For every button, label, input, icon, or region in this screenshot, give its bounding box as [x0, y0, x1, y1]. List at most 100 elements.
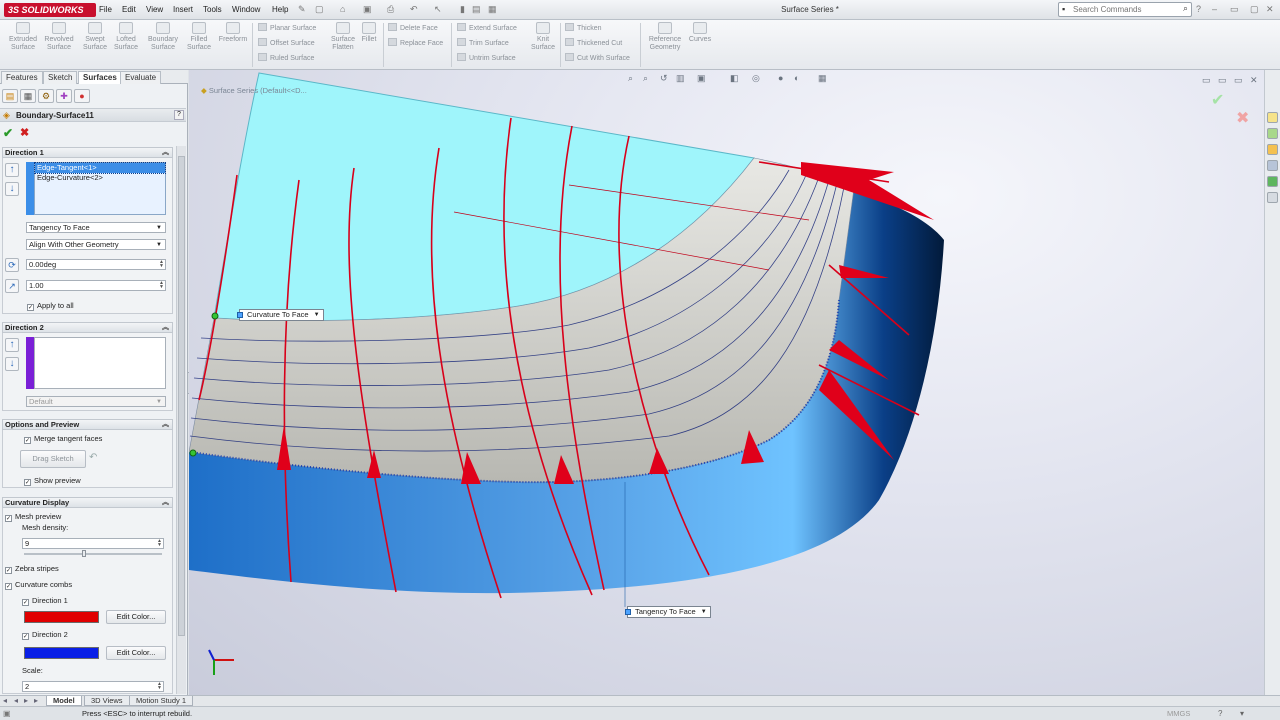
new-file-icon[interactable]: ▢	[315, 4, 324, 15]
view-settings-icon[interactable]: ▦	[818, 73, 827, 84]
tab-sketch[interactable]: Sketch	[43, 71, 78, 84]
scrollbar-thumb[interactable]	[178, 156, 185, 636]
options-icon[interactable]: ▦	[488, 4, 497, 15]
tab-model[interactable]: Model	[46, 696, 82, 706]
dropdown-arrow-icon[interactable]: ▼	[701, 607, 707, 617]
tab-scroll-next-icon[interactable]: ▸	[24, 696, 28, 705]
tab-motion-study[interactable]: Motion Study 1	[129, 696, 194, 706]
curvature-combs-checkbox[interactable]: ✓ Curvature combs	[5, 580, 72, 590]
move-up-arrow-icon[interactable]: ↑	[5, 338, 19, 352]
spin-arrows-icon[interactable]: ▲ ▼	[159, 260, 164, 269]
replace-face-button[interactable]: Replace Face	[388, 38, 443, 49]
edit-appearance-icon[interactable]: ●	[778, 73, 783, 83]
undo-sketch-drag-icon[interactable]: ↶	[89, 452, 97, 463]
window-tile-icon[interactable]: ▢	[1250, 4, 1259, 15]
custom-properties-icon[interactable]	[1267, 192, 1278, 203]
spin-arrows-icon[interactable]: ▲ ▼	[159, 281, 164, 290]
fillet-button[interactable]: Fillet	[352, 22, 386, 44]
tab-features[interactable]: Features	[1, 71, 43, 84]
tab-3d-views[interactable]: 3D Views	[84, 696, 130, 706]
mesh-density-input[interactable]: 9 ▲ ▼	[22, 538, 164, 549]
mesh-preview-checkbox[interactable]: ✓ Mesh preview	[5, 512, 61, 522]
options-header[interactable]: Options and Preview ︽	[2, 419, 173, 430]
graphics-viewport[interactable]: ◆ Surface Series (Default<<D... Curvatur…	[189, 70, 1264, 695]
comb-direction1-checkbox[interactable]: ✓ Direction 1	[22, 596, 68, 606]
dropdown-arrow-icon[interactable]: ▼	[314, 310, 320, 320]
units-indicator[interactable]: MMGS	[1167, 707, 1190, 720]
move-down-arrow-icon[interactable]: ↓	[5, 357, 19, 371]
alignment-select[interactable]: Align With Other Geometry ▼	[26, 239, 166, 250]
ruled-surface-button[interactable]: Ruled Surface	[258, 53, 314, 64]
feature-tree-icon[interactable]: ▤	[2, 89, 18, 103]
list-item[interactable]: Edge-Tangent<1>	[34, 162, 166, 174]
thickened-cut-button[interactable]: Thickened Cut	[565, 38, 622, 49]
undo-icon[interactable]: ↶	[410, 4, 418, 15]
thicken-button[interactable]: Thicken	[565, 23, 602, 34]
cancel-x-icon[interactable]: ✖	[20, 126, 29, 139]
view-orientation-icon[interactable]: ▣	[697, 73, 706, 84]
zoom-to-area-icon[interactable]: ⌕	[643, 73, 648, 84]
direction2-curves-list[interactable]	[34, 337, 166, 389]
view-palette-icon[interactable]	[1267, 160, 1278, 171]
curvature-display-header[interactable]: Curvature Display ︽	[2, 497, 173, 508]
help-question-icon[interactable]: ?	[1196, 4, 1201, 14]
select-icon[interactable]: ↖	[434, 4, 442, 15]
draft-angle-input[interactable]: 0.00deg ▲ ▼	[26, 259, 166, 270]
boundary-surface-button[interactable]: Boundary Surface	[144, 22, 182, 52]
pin-icon[interactable]: ✎	[298, 4, 306, 15]
apply-to-all-checkbox[interactable]: ✓ Apply to all	[27, 301, 74, 311]
extend-surface-button[interactable]: Extend Surface	[457, 23, 517, 34]
move-up-arrow-icon[interactable]: ↑	[5, 163, 19, 177]
zebra-stripes-checkbox[interactable]: ✓ Zebra stripes	[5, 564, 59, 574]
direction2-header[interactable]: Direction 2 ︽	[2, 322, 173, 333]
hide-show-items-icon[interactable]: ◎	[752, 73, 760, 84]
ok-checkmark-icon[interactable]: ✔	[3, 126, 13, 140]
dimxpert-icon[interactable]: ✚	[56, 89, 72, 103]
menu-tools[interactable]: Tools	[203, 5, 222, 14]
design-library-icon[interactable]	[1267, 128, 1278, 139]
list-item[interactable]: Edge-Curvature<2>	[35, 173, 165, 183]
viewport-tile-icon[interactable]: ▭	[1218, 75, 1227, 86]
rebuild-icon[interactable]: ▮	[460, 4, 465, 15]
quick-tips-icon[interactable]: ?	[1218, 707, 1222, 720]
close-icon[interactable]: ✕	[1266, 4, 1274, 15]
planar-surface-button[interactable]: Planar Surface	[258, 23, 316, 34]
edit-color-direction2-button[interactable]: Edit Color...	[106, 646, 166, 660]
edit-color-direction1-button[interactable]: Edit Color...	[106, 610, 166, 624]
zoom-to-fit-icon[interactable]: ⌕	[628, 73, 633, 84]
menu-edit[interactable]: Edit	[122, 5, 136, 14]
extruded-surface-button[interactable]: Extruded Surface	[4, 22, 42, 52]
freeform-button[interactable]: Freeform	[214, 22, 252, 44]
direction1-header[interactable]: Direction 1 ︽	[2, 147, 173, 158]
viewport-close-icon[interactable]: ✕	[1250, 75, 1258, 86]
collapse-chevron-icon[interactable]: ︽	[162, 498, 169, 508]
lofted-surface-button[interactable]: Lofted Surface	[107, 22, 145, 52]
offset-surface-button[interactable]: Offset Surface	[258, 38, 315, 49]
help-icon[interactable]: ?	[174, 110, 184, 120]
untrim-surface-button[interactable]: Untrim Surface	[457, 53, 516, 64]
mesh-density-slider-thumb[interactable]	[82, 550, 86, 557]
section-view-icon[interactable]: ▥	[676, 73, 685, 84]
tab-scroll-left-icon[interactable]: ◂	[3, 696, 7, 705]
restore-icon[interactable]: ▭	[1230, 4, 1239, 15]
panel-scrollbar[interactable]	[176, 146, 186, 694]
search-box[interactable]: ▪ ⌕	[1058, 2, 1192, 17]
trim-surface-button[interactable]: Trim Surface	[457, 38, 509, 49]
menu-insert[interactable]: Insert	[173, 5, 193, 14]
search-icon[interactable]: ⌕	[1183, 3, 1188, 14]
collapse-chevron-icon[interactable]: ︽	[162, 323, 169, 333]
direction2-alignment-select[interactable]: Default ▼	[26, 396, 166, 407]
tab-evaluate[interactable]: Evaluate	[120, 71, 162, 84]
spin-arrows-icon[interactable]: ▲ ▼	[157, 539, 162, 548]
solidworks-logo[interactable]: 3S SOLIDWORKS	[4, 3, 96, 17]
menu-view[interactable]: View	[146, 5, 163, 14]
file-explorer-icon[interactable]	[1267, 144, 1278, 155]
previous-view-icon[interactable]: ↺	[660, 73, 668, 84]
display-style-icon[interactable]: ◧	[730, 73, 739, 84]
menu-window[interactable]: Window	[232, 5, 260, 14]
minimize-icon[interactable]: –	[1212, 4, 1217, 14]
tangency-type-select[interactable]: Tangency To Face ▼	[26, 222, 166, 233]
tangency-to-face-callout[interactable]: Tangency To Face ▼	[625, 606, 711, 618]
menu-help[interactable]: Help	[272, 5, 288, 14]
save-icon[interactable]: ▣	[363, 4, 372, 15]
